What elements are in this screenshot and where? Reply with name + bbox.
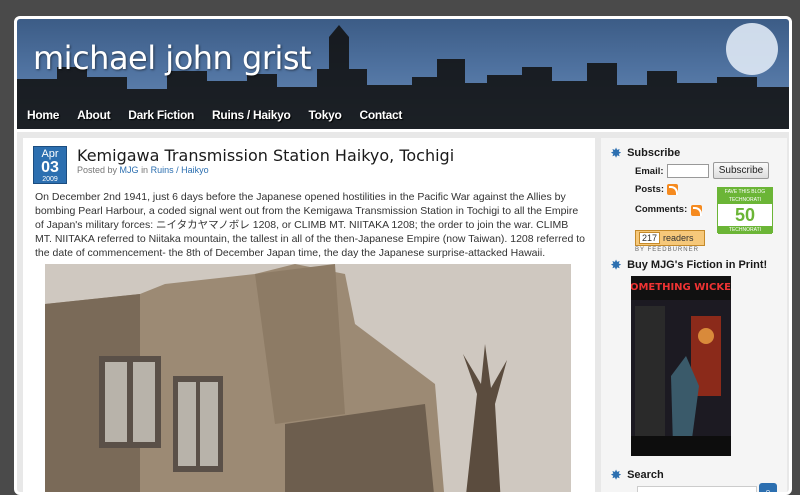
- technorati-badge[interactable]: FAVE THIS BLOG TECHNORATI 50 TECHNORATI: [717, 187, 773, 234]
- star-icon: ✸: [611, 146, 622, 160]
- book-title: Buy MJG's Fiction in Print!: [627, 259, 768, 271]
- book-cover-title: SOMETHING WICKED: [631, 282, 731, 293]
- page: michael john grist Home About Dark Ficti…: [14, 16, 792, 495]
- posted-by-label: Posted by: [77, 165, 118, 175]
- technorati-top: FAVE THIS BLOG TECHNORATI: [718, 188, 772, 204]
- subscribe-title: Subscribe: [627, 147, 681, 159]
- technorati-bottom: TECHNORATI: [718, 226, 772, 234]
- category-link[interactable]: Ruins / Haikyo: [151, 165, 209, 175]
- date-badge: Apr 03 2009: [33, 146, 67, 184]
- search-icon[interactable]: ⌕: [759, 483, 777, 492]
- subscribe-widget-title: ✸ Subscribe: [611, 146, 680, 160]
- comments-rss-icon[interactable]: [691, 205, 702, 216]
- content-area: Apr 03 2009 Kemigawa Transmission Statio…: [17, 132, 789, 492]
- search-widget-title: ✸ Search: [611, 468, 664, 482]
- main-nav: Home About Dark Fiction Ruins / Haikyo T…: [17, 101, 789, 129]
- date-year: 2009: [42, 176, 58, 183]
- post-title[interactable]: Kemigawa Transmission Station Haikyo, To…: [77, 146, 454, 165]
- star-icon: ✸: [611, 468, 622, 482]
- search-title: Search: [627, 469, 664, 481]
- search-input[interactable]: [637, 486, 757, 492]
- nav-contact[interactable]: Contact: [360, 108, 403, 122]
- date-day: 03: [41, 159, 59, 176]
- ruined-building-photo: [45, 264, 571, 492]
- subscribe-button[interactable]: Subscribe: [713, 162, 769, 179]
- email-label: Email:: [635, 166, 664, 177]
- nav-ruins-haikyo[interactable]: Ruins / Haikyo: [212, 108, 291, 122]
- site-header: michael john grist Home About Dark Ficti…: [17, 19, 789, 129]
- email-input[interactable]: [667, 164, 709, 178]
- feedburner-caption: BY FEEDBURNER: [635, 247, 699, 253]
- nav-dark-fiction[interactable]: Dark Fiction: [128, 108, 194, 122]
- technorati-count: 50: [734, 205, 756, 225]
- book-cover-art: SOMETHING WICKED: [631, 276, 731, 456]
- posts-rss-icon[interactable]: [667, 184, 678, 195]
- site-title[interactable]: michael john grist: [33, 39, 312, 77]
- post-image[interactable]: [45, 264, 571, 492]
- author-link[interactable]: MJG: [120, 165, 139, 175]
- in-label: in: [141, 165, 149, 175]
- post-body: On December 2nd 1941, just 6 days before…: [35, 191, 585, 259]
- feed-count: 217: [639, 232, 661, 244]
- nav-about[interactable]: About: [77, 108, 110, 122]
- nav-tokyo[interactable]: Tokyo: [309, 108, 342, 122]
- nav-home[interactable]: Home: [27, 108, 59, 122]
- main-column: Apr 03 2009 Kemigawa Transmission Statio…: [23, 138, 595, 492]
- star-icon: ✸: [611, 258, 622, 272]
- feedburner-badge[interactable]: 217 readers: [635, 230, 705, 246]
- feed-readers: readers: [663, 233, 694, 243]
- book-widget-title: ✸ Buy MJG's Fiction in Print!: [611, 258, 767, 272]
- sidebar: ✸ Subscribe Email: Subscribe Posts: Comm…: [601, 138, 787, 492]
- book-cover[interactable]: SOMETHING WICKED: [631, 276, 731, 456]
- comments-label: Comments:: [635, 204, 688, 215]
- posts-label: Posts:: [635, 184, 665, 195]
- post-meta: Posted by MJG in Ruins / Haikyo: [77, 165, 209, 175]
